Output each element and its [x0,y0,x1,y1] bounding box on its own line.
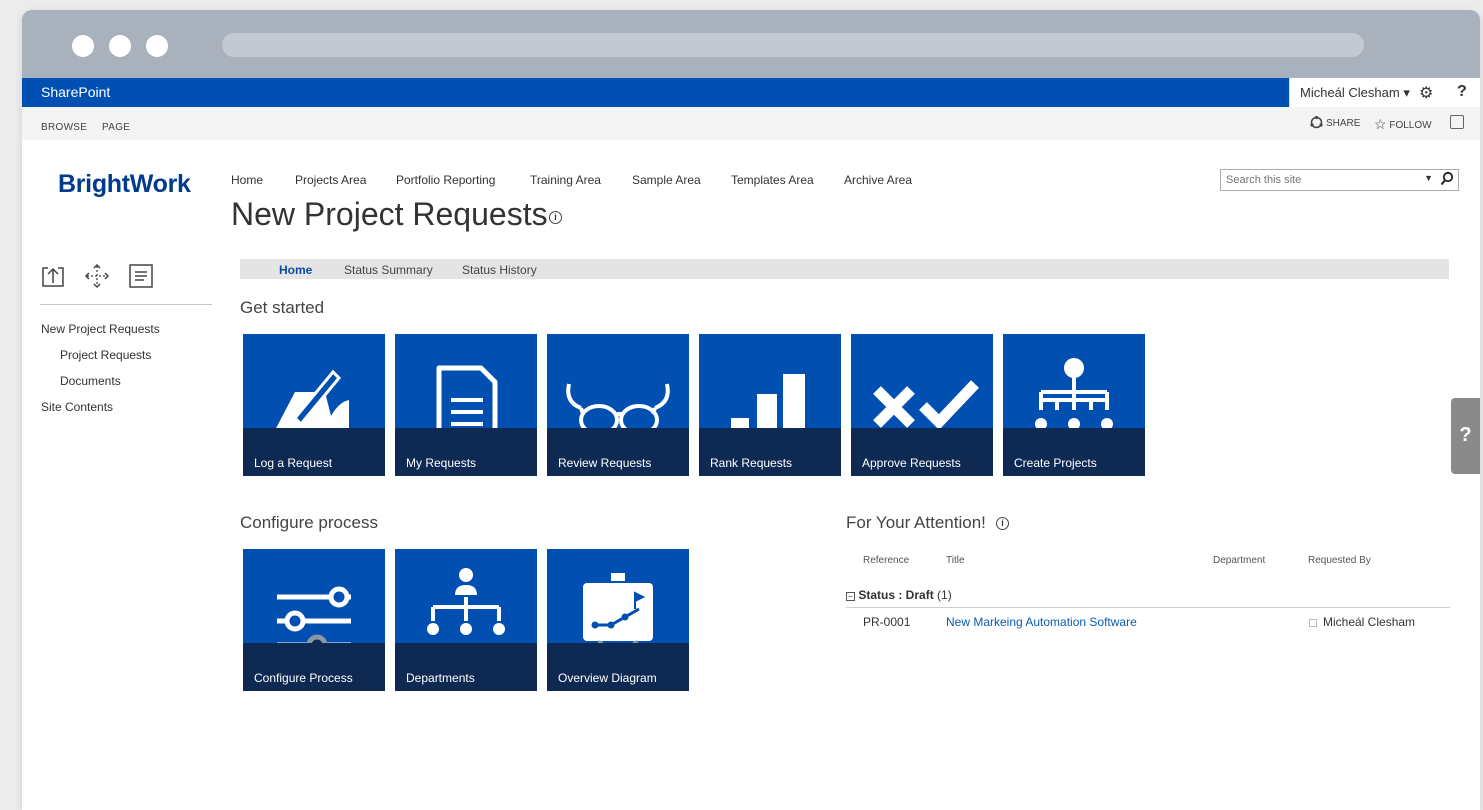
list-properties-icon[interactable] [128,263,154,289]
attention-heading: For Your Attention! [846,513,986,532]
tile-label: Log a Request [254,456,333,470]
tile-departments[interactable]: Departments [395,549,537,691]
configure-process-heading: Configure process [240,513,378,532]
topnav-home[interactable]: Home [231,173,263,187]
topnav-projects-area[interactable]: Projects Area [295,173,366,187]
browser-chrome [22,10,1480,78]
cell-requested-by[interactable]: Micheál Clesham [1323,615,1415,629]
search-scope-dropdown-icon[interactable]: ▼ [1424,173,1433,183]
tab-home[interactable]: Home [279,263,312,277]
cell-title-link[interactable]: New Markeing Automation Software [946,615,1137,629]
group-count: (1) [937,588,952,602]
suite-bar: SharePoint Micheál Clesham ▾ ⚙ ? [22,78,1480,107]
topnav-sample-area[interactable]: Sample Area [632,173,701,187]
user-menu[interactable]: Micheál Clesham ▾ [1300,85,1410,101]
tile-label: Overview Diagram [558,671,657,685]
col-requested-by[interactable]: Requested By [1308,555,1371,566]
quicklaunch-documents[interactable]: Documents [60,374,121,388]
search-icon[interactable] [1440,171,1454,187]
search-input[interactable] [1221,170,1411,190]
share-icon [1310,115,1323,129]
suite-user-area: Micheál Clesham ▾ ⚙ ? [1289,78,1480,107]
tile-configure-process[interactable]: Configure Process [243,549,385,691]
tile-review-requests[interactable]: Review Requests [547,334,689,476]
address-bar[interactable] [222,33,1364,57]
get-started-heading: Get started [240,298,325,317]
attention-info-icon[interactable]: i [996,517,1009,530]
browser-window: SharePoint Micheál Clesham ▾ ⚙ ? BROWSE … [22,10,1480,810]
share-button[interactable]: SHARE [1310,115,1361,129]
sidebar-divider [40,304,212,305]
tile-approve-requests[interactable]: Approve Requests [851,334,993,476]
page-title: New Project Requests [231,196,548,232]
group-label: Status : Draft [858,588,934,602]
group-header-draft[interactable]: − Status : Draft (1) [846,588,952,602]
tile-label: Departments [406,671,475,685]
page-tab-bar: Home Status Summary Status History [240,259,1449,279]
tile-label: Review Requests [558,456,652,470]
topnav-training-area[interactable]: Training Area [530,173,601,187]
share-label: SHARE [1326,118,1361,129]
window-close-dot[interactable] [72,35,94,57]
col-reference[interactable]: Reference [863,555,909,566]
tile-my-requests[interactable]: My Requests [395,334,537,476]
window-maximize-dot[interactable] [146,35,168,57]
cell-reference: PR-0001 [863,615,911,629]
quicklaunch-new-project-requests[interactable]: New Project Requests [41,322,160,336]
tab-status-summary[interactable]: Status Summary [344,263,433,277]
presence-icon[interactable] [1309,619,1317,627]
follow-button[interactable]: ☆ FOLLOW [1374,116,1432,133]
topnav-templates-area[interactable]: Templates Area [731,173,814,187]
tile-create-projects[interactable]: Create Projects [1003,334,1145,476]
gear-icon[interactable]: ⚙ [1419,83,1433,103]
ribbon-tab-browse[interactable]: BROWSE [41,122,87,133]
tile-label: Create Projects [1014,456,1097,470]
search-box: ▼ [1220,169,1459,191]
follow-label: FOLLOW [1389,120,1432,131]
topnav-archive-area[interactable]: Archive Area [844,173,912,187]
help-side-tab[interactable]: ? [1451,398,1480,474]
col-title[interactable]: Title [946,555,965,566]
focus-on-content-icon[interactable] [1450,115,1464,129]
tile-rank-requests[interactable]: Rank Requests [699,334,841,476]
help-icon[interactable]: ? [1457,83,1467,101]
tab-status-history[interactable]: Status History [462,263,537,277]
tile-log-a-request[interactable]: Log a Request [243,334,385,476]
ribbon-tab-page[interactable]: PAGE [102,122,130,133]
site-logo[interactable]: BrightWork [58,170,191,199]
topnav-portfolio-reporting[interactable]: Portfolio Reporting [396,173,495,187]
tile-label: Configure Process [254,671,353,685]
quicklaunch-site-contents[interactable]: Site Contents [41,400,113,414]
tile-label: Approve Requests [862,456,961,470]
suite-brand[interactable]: SharePoint [41,84,110,100]
tile-overview-diagram[interactable]: Overview Diagram [547,549,689,691]
col-department[interactable]: Department [1213,555,1265,566]
ribbon: BROWSE PAGE SHARE ☆ FOLLOW [22,107,1480,140]
group-divider [846,607,1450,608]
window-minimize-dot[interactable] [109,35,131,57]
upload-icon[interactable] [40,263,66,289]
star-icon: ☆ [1374,116,1387,132]
info-icon[interactable]: i [549,211,562,224]
move-icon[interactable] [84,263,110,289]
collapse-icon[interactable]: − [846,592,855,601]
quicklaunch-project-requests[interactable]: Project Requests [60,348,151,362]
tile-label: My Requests [406,456,477,470]
tile-label: Rank Requests [710,456,793,470]
